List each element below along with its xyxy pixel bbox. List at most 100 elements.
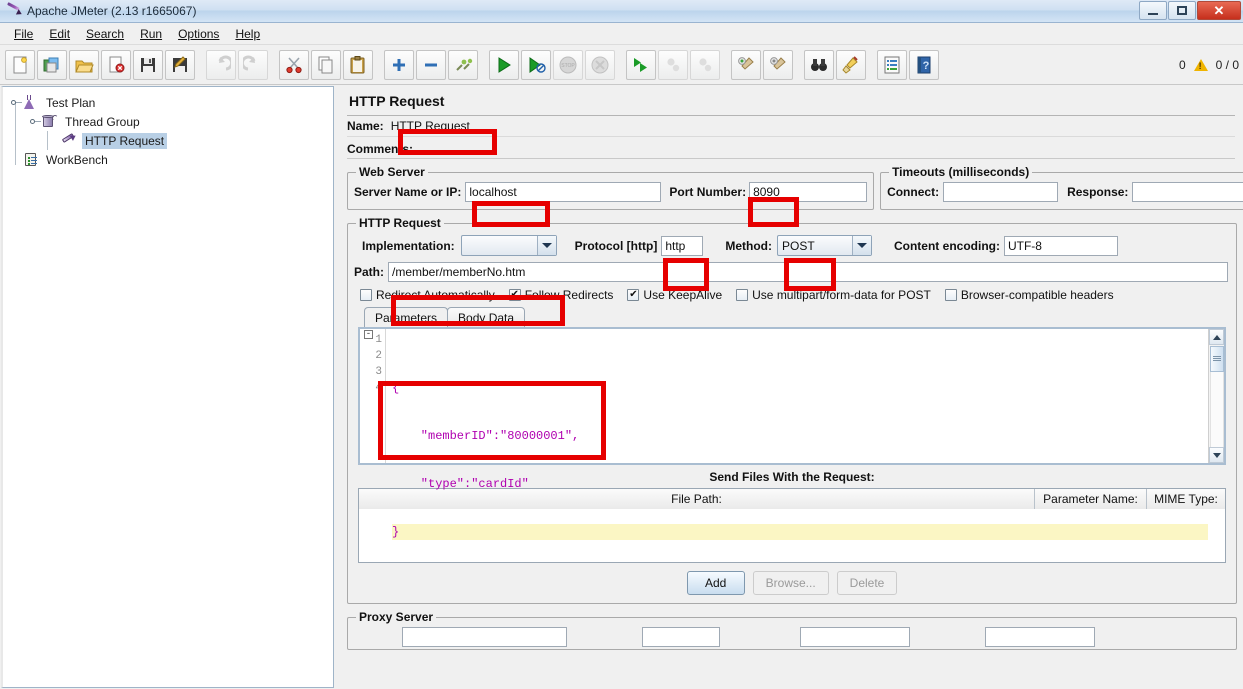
path-input[interactable] <box>388 261 1228 282</box>
clear-all-button[interactable] <box>763 49 793 80</box>
paste-button[interactable] <box>343 49 373 80</box>
response-timeout-input[interactable] <box>1132 182 1243 202</box>
server-name-input[interactable] <box>465 182 662 202</box>
panel-splitter[interactable] <box>334 85 341 688</box>
minus-icon <box>425 63 437 66</box>
menu-help[interactable]: Help <box>227 25 268 43</box>
name-input[interactable] <box>387 116 1235 136</box>
follow-redirects-checkbox[interactable]: Follow Redirects <box>508 288 613 302</box>
protocol-input[interactable] <box>661 235 704 256</box>
menu-options[interactable]: Options <box>170 25 227 43</box>
chevron-down-icon[interactable] <box>536 236 556 255</box>
menu-file[interactable]: File <box>6 25 41 43</box>
copy-pages-icon <box>318 56 333 73</box>
search-button[interactable] <box>804 49 834 80</box>
checkbox-box <box>736 289 749 301</box>
server-name-label: Server Name or IP: <box>354 185 462 199</box>
clear-all-broom-icon <box>770 56 786 70</box>
menu-search[interactable]: Search <box>78 25 132 43</box>
close-document-button[interactable] <box>101 49 131 80</box>
tree-node-test-plan[interactable]: Test Plan <box>9 93 333 112</box>
checkbox-box <box>627 289 640 301</box>
open-button[interactable] <box>69 49 99 80</box>
scroll-down-button[interactable] <box>1209 447 1224 463</box>
tab-parameters[interactable]: Parameters <box>364 307 449 327</box>
code-line: { <box>392 381 400 395</box>
grip-icon <box>1212 356 1221 362</box>
tree-node-label: Test Plan <box>46 95 96 110</box>
scroll-up-button[interactable] <box>1209 329 1224 345</box>
menu-run[interactable]: Run <box>132 25 170 43</box>
remote-shutdown-icon <box>699 57 712 71</box>
body-data-editor[interactable]: 1 2 3 4 - { "memberID":"80000001", "type… <box>358 327 1226 540</box>
warning-triangle-icon[interactable] <box>1193 59 1208 71</box>
proxy-port-input[interactable] <box>642 627 720 647</box>
save-button[interactable] <box>133 49 163 80</box>
search-reset-button[interactable] <box>836 49 866 80</box>
proxy-username-input[interactable] <box>800 627 910 647</box>
remote-start-all-button[interactable] <box>626 49 656 80</box>
test-plan-tree-panel[interactable]: Test Plan Thread Group HTTP Request Work… <box>1 86 334 688</box>
method-dropdown[interactable]: POST <box>776 235 872 256</box>
stop-button[interactable]: STOP <box>553 49 583 80</box>
use-multipart-checkbox[interactable]: Use multipart/form-data for POST <box>736 288 931 302</box>
line-number: 3 <box>375 366 382 378</box>
shutdown-button[interactable] <box>585 49 615 80</box>
templates-icon <box>43 57 59 72</box>
undo-button[interactable] <box>206 49 236 80</box>
code-fold-toggle[interactable]: - <box>364 330 373 339</box>
minimize-button[interactable] <box>1139 1 1167 20</box>
tab-body-data[interactable]: Body Data <box>447 307 526 327</box>
expand-all-button[interactable] <box>384 49 414 80</box>
menu-edit[interactable]: Edit <box>41 25 78 43</box>
editor-vertical-scrollbar[interactable] <box>1208 329 1224 463</box>
copy-button[interactable] <box>311 49 341 80</box>
proxy-password-input[interactable] <box>985 627 1095 647</box>
scrollbar-thumb[interactable] <box>1209 346 1224 372</box>
connect-timeout-input[interactable] <box>943 182 1059 202</box>
checkbox-box <box>508 289 521 301</box>
expand-handle-icon[interactable] <box>9 96 22 109</box>
implementation-dropdown[interactable] <box>460 235 557 256</box>
line-number: 2 <box>375 350 382 362</box>
browser-compatible-headers-checkbox[interactable]: Browser-compatible headers <box>944 288 1114 302</box>
collapse-all-button[interactable] <box>416 49 446 80</box>
chevron-down-icon[interactable] <box>851 236 871 255</box>
menu-search-label: Search <box>86 26 125 41</box>
browse-button[interactable]: Browse... <box>752 571 829 595</box>
save-as-button[interactable] <box>165 49 195 80</box>
toggle-button[interactable] <box>448 49 478 80</box>
remote-start-icon <box>634 57 647 72</box>
new-document-icon <box>13 56 27 73</box>
remote-shutdown-all-button[interactable] <box>690 49 720 80</box>
comments-input[interactable] <box>417 138 1235 159</box>
cut-button[interactable] <box>279 49 309 80</box>
tree-node-workbench[interactable]: WorkBench <box>9 150 333 169</box>
delete-button[interactable]: Delete <box>836 571 898 595</box>
web-server-legend: Web Server <box>359 165 425 179</box>
content-encoding-input[interactable] <box>1003 235 1118 256</box>
redo-button[interactable] <box>238 49 268 80</box>
port-number-input[interactable] <box>749 182 868 202</box>
menu-edit-label: Edit <box>49 26 71 41</box>
templates-button[interactable] <box>37 49 67 80</box>
new-test-plan-button[interactable] <box>5 49 35 80</box>
proxy-server-name-input[interactable] <box>402 627 567 647</box>
add-button[interactable]: Add <box>686 571 745 595</box>
help-button[interactable]: ? <box>909 49 939 80</box>
expand-handle-icon[interactable] <box>28 115 41 128</box>
menu-options-label: Options <box>178 26 220 41</box>
start-button[interactable] <box>489 49 519 80</box>
scrollbar-track[interactable] <box>1209 372 1224 447</box>
clear-button[interactable] <box>731 49 761 80</box>
maximize-button[interactable] <box>1168 1 1196 20</box>
use-keepalive-checkbox[interactable]: Use KeepAlive <box>627 288 722 302</box>
editor-code-area[interactable]: - { "memberID":"80000001", "type":"cardI… <box>364 329 1208 540</box>
close-button[interactable]: ✕ <box>1197 1 1241 20</box>
tree-node-http-request[interactable]: HTTP Request <box>9 131 333 150</box>
start-no-pauses-button[interactable] <box>521 49 551 80</box>
remote-stop-all-button[interactable] <box>658 49 688 80</box>
tree-node-thread-group[interactable]: Thread Group <box>9 112 333 131</box>
function-helper-button[interactable] <box>877 49 907 80</box>
redirect-automatically-checkbox[interactable]: Redirect Automatically <box>360 288 495 302</box>
